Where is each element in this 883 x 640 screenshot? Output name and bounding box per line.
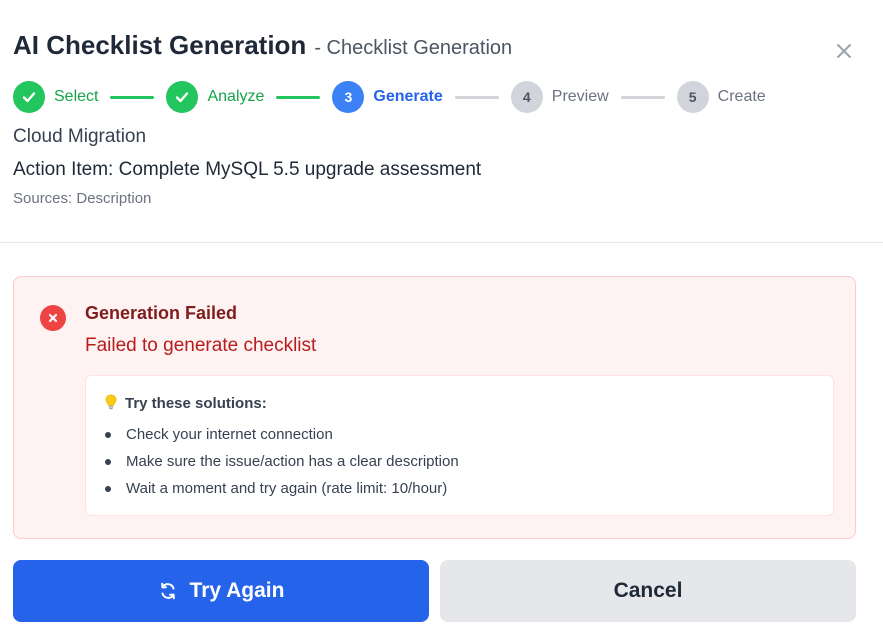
- step-connector: [454, 95, 499, 99]
- bullet: [105, 432, 111, 438]
- step-label: Analyze: [207, 88, 265, 105]
- step-number: 5: [676, 81, 709, 113]
- x-circle-icon: [40, 305, 66, 331]
- error-alert: Generation Failed Failed to generate che…: [13, 276, 856, 539]
- step-number: 4: [510, 81, 543, 113]
- step-connector: [276, 95, 321, 99]
- step-number: 3: [332, 81, 365, 113]
- list-item: Make sure the issue/action has a clear d…: [105, 452, 459, 479]
- dialog-header: AI Checklist Generation - Checklist Gene…: [0, 0, 883, 243]
- step-label: Generate: [373, 88, 443, 105]
- solutions-heading: Try these solutions:: [105, 394, 267, 413]
- solution-text: Make sure the issue/action has a clear d…: [126, 453, 459, 470]
- sources-label: Sources: Description: [13, 190, 152, 207]
- bullet: [105, 459, 111, 465]
- step-generate: 3 Generate: [332, 81, 443, 113]
- list-item: Wait a moment and try again (rate limit:…: [105, 479, 459, 506]
- step-select: Select: [13, 81, 98, 113]
- title-row: AI Checklist Generation - Checklist Gene…: [13, 30, 512, 61]
- step-label: Select: [54, 88, 99, 105]
- step-create: 5 Create: [676, 81, 766, 113]
- progress-stepper: Select Analyze 3 Generate 4 Preview 5 Cr…: [13, 81, 766, 113]
- step-label: Preview: [551, 88, 609, 105]
- project-name: Cloud Migration: [13, 126, 147, 147]
- solutions-title: Try these solutions:: [125, 395, 267, 412]
- list-item: Check your internet connection: [105, 425, 459, 452]
- step-connector: [110, 95, 155, 99]
- step-label: Create: [717, 88, 766, 105]
- action-item-title: Action Item: Complete MySQL 5.5 upgrade …: [13, 159, 482, 180]
- solutions-panel: Try these solutions: Check your internet…: [85, 375, 834, 516]
- try-again-button[interactable]: Try Again: [13, 560, 429, 622]
- solutions-list: Check your internet connection Make sure…: [105, 425, 459, 506]
- refresh-icon: [158, 581, 178, 601]
- step-connector: [620, 95, 665, 99]
- check-icon: [166, 81, 199, 113]
- check-icon: [13, 81, 45, 113]
- error-message: Failed to generate checklist: [85, 335, 317, 356]
- try-again-label: Try Again: [189, 579, 285, 602]
- solution-text: Wait a moment and try again (rate limit:…: [126, 480, 448, 497]
- dialog-title: AI Checklist Generation: [13, 30, 307, 60]
- close-icon[interactable]: [832, 39, 856, 63]
- dialog-subtitle: - Checklist Generation: [314, 37, 513, 59]
- error-title: Generation Failed: [85, 303, 238, 323]
- solution-text: Check your internet connection: [126, 426, 333, 443]
- cancel-button[interactable]: Cancel: [440, 560, 856, 622]
- lightbulb-icon: [105, 394, 117, 413]
- cancel-label: Cancel: [613, 579, 683, 602]
- step-analyze: Analyze: [166, 81, 264, 113]
- bullet: [105, 486, 111, 492]
- step-preview: 4 Preview: [510, 81, 609, 113]
